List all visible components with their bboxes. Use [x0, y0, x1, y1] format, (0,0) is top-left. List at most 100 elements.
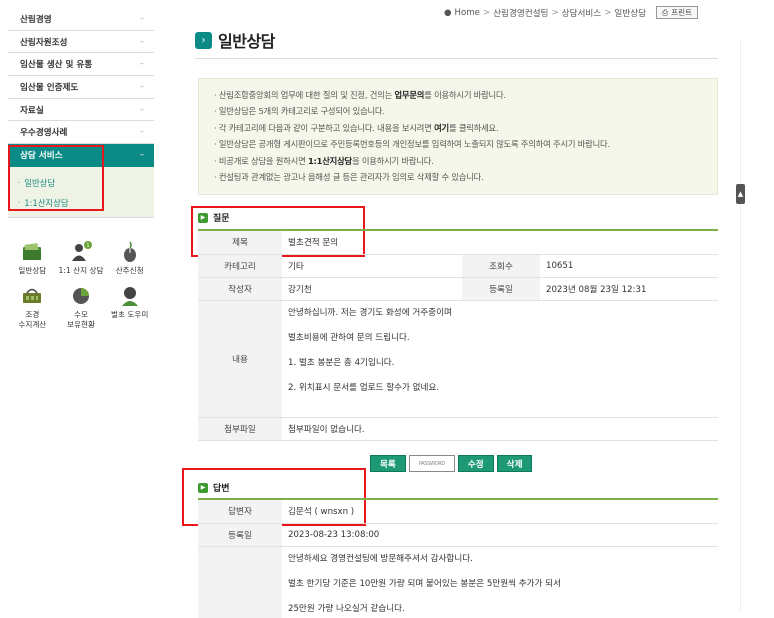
section-title-text: 답변: [213, 484, 230, 494]
subject-label: 제목: [198, 231, 282, 255]
basket-icon: [19, 284, 45, 308]
content-line: 안녕하세요 경영컨설팅에 방문해주셔서 감사합니다.: [288, 553, 473, 564]
notice-line: · 산림조합중앙회의 업무에 대한 질의 및 진정, 건의는 업무문의를 이용하…: [214, 90, 506, 100]
scrollbar-track[interactable]: [740, 40, 741, 610]
collapse-icon: –: [139, 150, 144, 161]
home-icon: ●: [444, 7, 452, 18]
sidebar-item-best-cases[interactable]: 우수경영사례 –: [8, 121, 154, 145]
notice-text: 를 클릭하세요.: [448, 122, 499, 133]
quick-label-line2: 수지계산: [18, 320, 47, 329]
quick-label-line2: 보유현황: [67, 320, 95, 329]
content-line: 25만원 가량 나오실거 같습니다.: [288, 603, 405, 614]
table-row: 제목 벌초견적 문의: [198, 231, 718, 255]
answer-content-label: [198, 546, 282, 618]
print-label: 프린트: [671, 8, 693, 17]
attach-label: 첨부파일: [198, 417, 282, 441]
responder-value: 김문석 ( wnsxn ): [282, 500, 718, 524]
breadcrumb-home[interactable]: Home: [455, 8, 480, 18]
helper-person-icon: [117, 284, 143, 308]
quick-label: 벌초 도우미: [110, 310, 149, 319]
quick-label: 산주신청: [115, 266, 144, 275]
notice-text: 산림조합중앙회의 업무에 대한 질의 및 진정, 건의는: [218, 90, 395, 100]
question-section-title: ▶ 질문: [198, 211, 230, 224]
table-row: 내용 안녕하십니까. 저는 경기도 화성에 거주중이며 벌초비용에 관하여 문의…: [198, 300, 718, 418]
quick-owner-apply[interactable]: 산주신청: [105, 240, 154, 276]
section-title-text: 질문: [213, 214, 230, 224]
table-row: 카테고리 기타 조회수 10651: [198, 254, 718, 278]
sidebar-item-production[interactable]: 임산물 생산 및 유통 –: [8, 53, 154, 77]
table-row: 작성자 강기천 등록일 2023년 08월 23일 12:31: [198, 277, 718, 301]
notice-line: · 각 카테고리에 다음과 같이 구분하고 있습니다. 내용을 보시려면 여기를…: [214, 122, 499, 133]
content-line: 벌초비용에 관하여 문의 드립니다.: [288, 332, 410, 343]
collapse-icon: –: [139, 104, 144, 115]
answer-content-value: 안녕하세요 경영컨설팅에 방문해주셔서 감사합니다. 벌초 한기당 기준은 10…: [282, 546, 718, 618]
chevron-right-icon: >: [482, 7, 491, 18]
sidebar-item-archive[interactable]: 자료실 –: [8, 99, 154, 122]
quick-landscape-calc[interactable]: 조경 수지계산: [8, 284, 57, 330]
content-line: 2. 위치표시 문서를 업로드 할수가 없네요.: [288, 382, 440, 393]
sidebar-item-label: 임산물 생산 및 유통: [20, 60, 93, 71]
scroll-top-button[interactable]: ▲: [736, 184, 745, 204]
person-consult-icon: 1: [68, 240, 94, 264]
collapse-icon: –: [139, 81, 144, 92]
content-value: 안녕하십니까. 저는 경기도 화성에 거주중이며 벌초비용에 관하여 문의 드립…: [282, 300, 718, 418]
quick-general-consult[interactable]: 일반상담: [8, 240, 57, 276]
breadcrumb-level3: 일반상담: [614, 8, 647, 19]
views-label: 조회수: [462, 254, 540, 278]
password-input[interactable]: PASSWORD: [408, 455, 455, 472]
quick-tree-status[interactable]: 수모 보유현황: [57, 284, 106, 330]
edit-button[interactable]: 수정: [457, 455, 494, 472]
notice-line: · 일반상담은 5개의 카테고리로 구성되어 있습니다.: [214, 106, 385, 117]
action-buttons: 목록 PASSWORD 수정 삭제: [370, 455, 533, 472]
breadcrumb-level2[interactable]: 상담서비스: [562, 7, 602, 19]
collapse-icon: –: [139, 127, 144, 138]
sidebar-item-label: 임산물 인증제도: [20, 82, 79, 93]
sidebar-item-certification[interactable]: 임산물 인증제도 –: [8, 76, 154, 99]
sidebar-item-forest-resources[interactable]: 산림자원조성 –: [8, 31, 154, 54]
notice-box: · 산림조합중앙회의 업무에 대한 질의 및 진정, 건의는 업무문의를 이용하…: [198, 78, 718, 195]
sidebar-item-forest-management[interactable]: 산림경영 –: [8, 8, 154, 31]
notice-line: · 일반상담은 공개형 게시판이므로 주민등록번호등의 개인정보를 입력하여 노…: [214, 139, 610, 150]
quick-one-on-one[interactable]: 1 1:1 산지 상담: [57, 240, 106, 276]
list-button[interactable]: 목록: [370, 455, 406, 472]
quick-label-line1: 조경: [25, 310, 40, 319]
table-row: 첨부파일 첨부파일이 없습니다.: [198, 417, 718, 441]
print-button[interactable]: ⎙ 프린트: [656, 6, 699, 19]
notice-text: 각 카테고리에 다음과 같이 구분하고 있습니다. 내용을 보시려면: [218, 122, 435, 133]
table-row: 답변자 김문석 ( wnsxn ): [198, 500, 718, 524]
sidebar-item-label: 산림경영: [20, 14, 52, 25]
chevron-right-icon: >: [604, 7, 612, 18]
pie-chart-icon: [68, 284, 94, 308]
notice-line: · 비공개로 상담을 원하시면 1:1산지상담을 이용하시기 바랍니다.: [214, 155, 434, 166]
subject-value: 벌초견적 문의: [282, 231, 718, 255]
table-row: 안녕하세요 경영컨설팅에 방문해주셔서 감사합니다. 벌초 한기당 기준은 10…: [198, 546, 718, 618]
sidebar-item-label: 산림자원조성: [20, 37, 68, 48]
quick-mowing-helper[interactable]: 벌초 도우미: [105, 284, 154, 330]
chevron-right-icon: ›: [195, 31, 212, 49]
question-table: 제목 벌초견적 문의 카테고리 기타 조회수 10651 작성자 강기천 등록일…: [198, 231, 718, 441]
collapse-icon: –: [139, 36, 144, 47]
folder-icon: [19, 240, 45, 264]
page-title: › 일반상담: [195, 28, 275, 52]
arrow-right-icon: ▶: [198, 212, 208, 223]
author-label: 작성자: [198, 277, 282, 301]
content-line: 벌초 한기당 기준은 10만원 가량 되며 붙어있는 봉분은 5만원씩 추가가 …: [288, 578, 562, 589]
notice-text: 비공개로 상담을 원하시면: [218, 155, 308, 166]
notice-text: 일반상담은 5개의 카테고리로 구성되어 있습니다.: [218, 106, 385, 117]
one-on-one-link[interactable]: 1:1산지상담: [308, 156, 352, 166]
quick-label: 1:1 산지 상담: [58, 266, 104, 275]
notice-line: · 컨설팅과 관계없는 광고나 음해성 글 등은 관리자가 임의로 삭제할 수 …: [214, 171, 484, 182]
notice-text: 를 이용하시기 바랍니다.: [424, 90, 506, 100]
responder-label: 답변자: [198, 500, 282, 524]
quick-label: 일반상담: [18, 266, 47, 275]
notice-text: 을 이용하시기 바랍니다.: [351, 155, 434, 166]
breadcrumb-level1[interactable]: 산림경영컨설팅: [493, 7, 548, 19]
chevron-right-icon: >: [551, 7, 559, 18]
delete-button[interactable]: 삭제: [496, 455, 533, 472]
views-value: 10651: [540, 254, 718, 278]
quick-label-line1: 수모: [74, 310, 88, 319]
here-link[interactable]: 여기: [434, 123, 449, 133]
inquiry-link[interactable]: 업무문의: [394, 90, 424, 100]
printer-icon: ⎙: [662, 7, 669, 17]
answer-section-title: ▶ 답변: [198, 481, 230, 494]
